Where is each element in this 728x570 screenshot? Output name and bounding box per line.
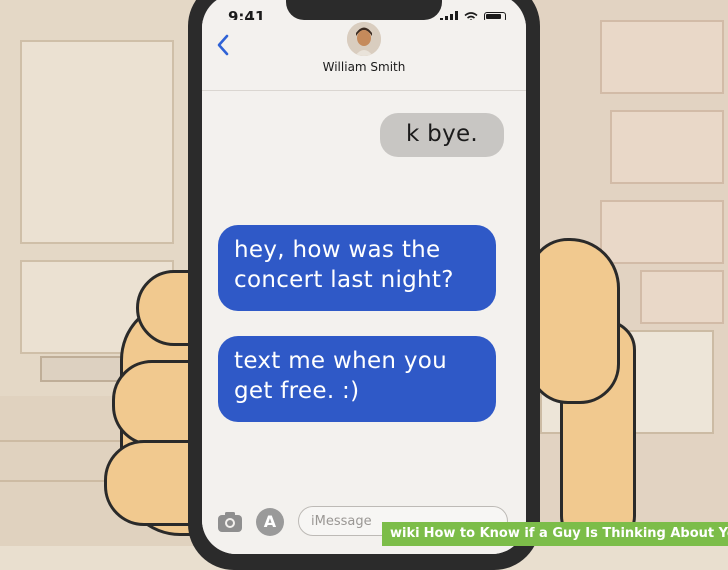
phone: 9:41 William Smith k bye. hey, how was t… [188,0,540,570]
watermark-title: How to Know if a Guy Is Thinking About Y… [423,526,728,541]
message-bubble-outgoing[interactable]: k bye. [380,113,504,157]
message-bubble-incoming[interactable]: hey, how was the concert last night? [218,225,496,311]
camera-icon[interactable] [216,508,244,536]
chevron-left-icon[interactable] [216,34,238,60]
watermark-brand: wiki [390,526,420,541]
thumb [528,238,620,404]
app-store-icon[interactable]: A [256,508,284,536]
notch [286,0,442,20]
conversation-header: William Smith [202,20,526,91]
avatar[interactable] [347,22,381,56]
phone-screen: 9:41 William Smith k bye. hey, how was t… [202,0,526,554]
message-bubble-incoming[interactable]: text me when you get free. :) [218,336,496,422]
watermark-banner: wiki How to Know if a Guy Is Thinking Abo… [382,522,728,546]
contact-name[interactable]: William Smith [202,60,526,74]
